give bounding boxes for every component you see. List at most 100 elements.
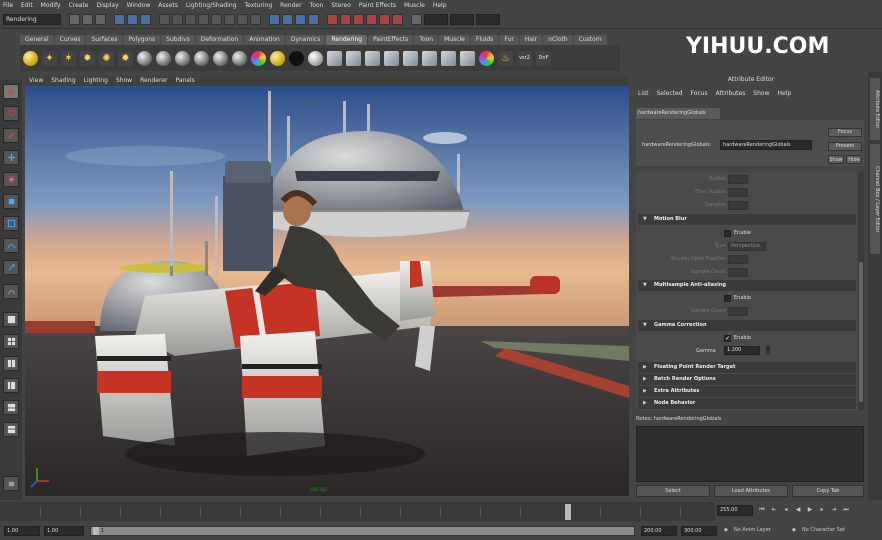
universal-manipulator-icon[interactable] — [3, 216, 19, 231]
input-line-field-3[interactable] — [476, 14, 500, 25]
menu-muscle[interactable]: Muscle — [404, 2, 425, 9]
ipr-shelf-icon[interactable] — [384, 50, 399, 66]
time-slider[interactable] — [0, 502, 715, 521]
mask-dynamics-icon[interactable] — [224, 14, 235, 25]
point-light-icon[interactable]: ✶ — [61, 50, 76, 66]
shelf-tab-hair[interactable]: Hair — [519, 35, 543, 45]
phong-material-icon[interactable] — [175, 50, 190, 66]
ae-menu-selected[interactable]: Selected — [657, 90, 683, 97]
presets-button[interactable]: Presets — [828, 142, 862, 151]
focus-button[interactable]: Focus — [828, 128, 862, 137]
blinn-material-icon[interactable] — [137, 50, 152, 66]
playhead[interactable] — [565, 504, 571, 520]
anim-start-field[interactable]: 1.00 — [44, 526, 84, 536]
ambient-light-icon[interactable]: ✺ — [99, 50, 114, 66]
last-tool-icon[interactable] — [3, 284, 19, 299]
character-set-select[interactable]: No Character Set — [802, 527, 845, 533]
ae-attribute-scroll[interactable]: Radius Filter Radius Samples ▼ Motion Blu… — [636, 172, 858, 410]
teapot-shelf-icon[interactable]: ♨ — [498, 50, 513, 66]
ae-menu-show[interactable]: Show — [753, 90, 769, 97]
texture-shelf-icon[interactable] — [441, 50, 456, 66]
layout-outliner-icon[interactable] — [3, 378, 19, 393]
lasso-tool-icon[interactable] — [3, 106, 19, 121]
tab-channel-box[interactable]: Channel Box / Layer Editor — [870, 144, 880, 254]
gamma-enable-checkbox[interactable]: ✓ — [724, 335, 731, 342]
shelf-tab-fur[interactable]: Fur — [499, 35, 519, 45]
snap-grid-icon[interactable] — [269, 14, 280, 25]
range-slider[interactable]: 1 — [90, 526, 635, 536]
shelf-tab-general[interactable]: General — [20, 35, 54, 45]
layered-shader-icon[interactable] — [232, 50, 247, 66]
mask-joints-icon[interactable] — [172, 14, 183, 25]
hide-button[interactable]: Hide — [846, 155, 862, 164]
menu-window[interactable]: Window — [127, 2, 151, 9]
go-to-start-icon[interactable]: ⏮ — [758, 506, 766, 514]
phonge-material-icon[interactable] — [194, 50, 209, 66]
new-scene-icon[interactable] — [69, 14, 80, 25]
shelf-tab-subdivs[interactable]: Subdivs — [161, 35, 195, 45]
lambert-material-icon[interactable] — [156, 50, 171, 66]
shading-map-icon[interactable] — [308, 50, 323, 66]
filter-radius-field[interactable] — [728, 188, 748, 197]
menu-lighting-shading[interactable]: Lighting/Shading — [186, 2, 237, 9]
spot-light-icon[interactable]: ✸ — [80, 50, 95, 66]
shelf-tab-fluids[interactable]: Fluids — [470, 35, 499, 45]
surface-shader-icon[interactable] — [270, 50, 285, 66]
vp-menu-renderer[interactable]: Renderer — [140, 76, 167, 86]
dnf-shelf-icon[interactable]: DnF — [536, 50, 551, 66]
render-view-shelf-icon[interactable] — [346, 50, 361, 66]
msaa-sample-field[interactable] — [728, 307, 748, 316]
vp-menu-lighting[interactable]: Lighting — [84, 76, 108, 86]
step-back-key-icon[interactable]: ⇤ — [770, 506, 778, 514]
menu-display[interactable]: Display — [97, 2, 119, 9]
perspective-viewport[interactable]: persp persp — [25, 86, 629, 496]
menu-texturing[interactable]: Texturing — [244, 2, 272, 9]
radius-field[interactable] — [728, 175, 748, 184]
shelf-tab-animation[interactable]: Animation — [244, 35, 285, 45]
ae-menu-attributes[interactable]: Attributes — [716, 90, 746, 97]
shelf-tab-rendering[interactable]: Rendering — [326, 35, 368, 45]
mask-rendering-icon[interactable] — [237, 14, 248, 25]
hypershade-icon[interactable] — [366, 14, 377, 25]
mask-deformers-icon[interactable] — [211, 14, 222, 25]
select-hierarchy-icon[interactable] — [114, 14, 125, 25]
load-attributes-button[interactable]: Load Attributes — [714, 485, 788, 497]
ae-scroll-thumb[interactable] — [859, 262, 863, 402]
env-texture-shelf-icon[interactable] — [460, 50, 475, 66]
layout-single-icon[interactable] — [3, 312, 19, 327]
section-batch-render[interactable]: ▶ Batch Render Options — [638, 374, 856, 385]
snap-surface-icon[interactable] — [308, 14, 319, 25]
shelf-tab-polygons[interactable]: Polygons — [123, 35, 161, 45]
menu-file[interactable]: File — [3, 2, 13, 9]
go-to-end-icon[interactable]: ⏭ — [842, 506, 850, 514]
shelf-tab-ncloth[interactable]: nCloth — [543, 35, 573, 45]
mb-type-select[interactable]: Perspective — [728, 242, 766, 251]
msaa-enable-checkbox[interactable] — [724, 295, 731, 302]
notes-field[interactable] — [636, 426, 864, 482]
section-node-behavior[interactable]: ▶ Node Behavior — [638, 398, 856, 409]
menu-set-select[interactable]: Rendering — [3, 14, 61, 25]
ae-menu-focus[interactable]: Focus — [691, 90, 708, 97]
render-view-icon[interactable] — [379, 14, 390, 25]
mb-sample-field[interactable] — [728, 268, 748, 277]
ae-scrollbar[interactable] — [858, 172, 864, 410]
anim-end-field[interactable]: 200.00 — [641, 526, 677, 536]
vp-menu-panels[interactable]: Panels — [175, 76, 194, 86]
end-time-field[interactable]: 300.00 — [681, 526, 717, 536]
menu-stereo[interactable]: Stereo — [331, 2, 351, 9]
move-tool-icon[interactable] — [3, 150, 19, 165]
render-settings-icon[interactable] — [353, 14, 364, 25]
vp-menu-show[interactable]: Show — [116, 76, 132, 86]
mask-handles-icon[interactable] — [159, 14, 170, 25]
anisotropic-material-icon[interactable] — [213, 50, 228, 66]
gamma-slider[interactable] — [766, 346, 770, 355]
menu-edit[interactable]: Edit — [21, 2, 33, 9]
copy-tab-button[interactable]: Copy Tab — [792, 485, 864, 497]
paint-select-tool-icon[interactable] — [3, 128, 19, 143]
ae-menu-help[interactable]: Help — [777, 90, 791, 97]
input-line-icon[interactable] — [411, 14, 422, 25]
layout-hypershade-icon[interactable] — [3, 422, 19, 437]
mask-surfaces-icon[interactable] — [198, 14, 209, 25]
soft-mod-tool-icon[interactable] — [3, 238, 19, 253]
shelf-tab-toon[interactable]: Toon — [414, 35, 439, 45]
